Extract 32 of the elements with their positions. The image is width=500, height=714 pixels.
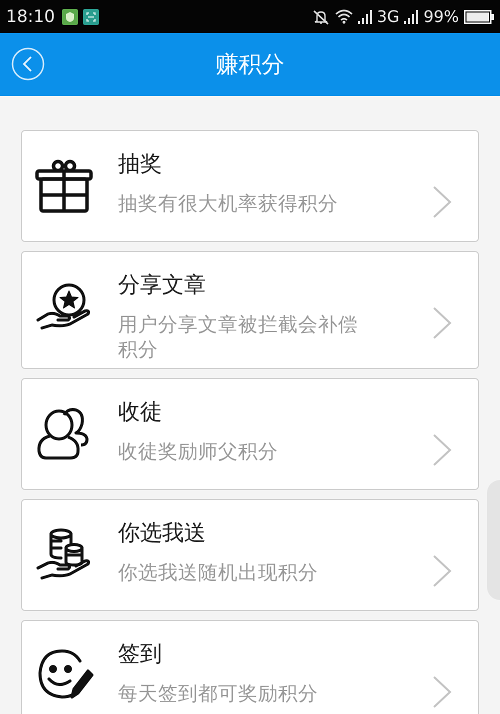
list-card[interactable]: 签到 每天签到都可奖励积分: [21, 620, 479, 714]
battery-icon: [464, 10, 494, 24]
list-card[interactable]: 你选我送 你选我送随机出现积分: [21, 499, 479, 611]
battery-percent: 99%: [423, 7, 459, 26]
scan-icon: [83, 8, 99, 24]
list-card[interactable]: 收徒 收徒奖励师父积分: [21, 378, 479, 490]
chevron-right-icon: [432, 185, 452, 219]
item-title: 你选我送: [118, 520, 207, 548]
list-card[interactable]: 分享文章 用户分享文章被拦截会补偿积分: [21, 251, 479, 369]
shield-icon: [62, 8, 78, 24]
mute-icon: [312, 8, 330, 24]
item-title: 分享文章: [118, 272, 207, 300]
item-description: 用户分享文章被拦截会补偿积分: [118, 312, 359, 362]
item-description: 每天签到都可奖励积分: [118, 681, 319, 706]
item-title: 收徒: [118, 399, 163, 427]
page-title: 赚积分: [216, 51, 284, 80]
chevron-right-icon: [432, 554, 452, 588]
item-description: 抽奖有很大机率获得积分: [118, 191, 339, 216]
signal-icon: [358, 10, 372, 24]
signal-icon: [404, 10, 418, 24]
item-title: 签到: [118, 641, 163, 669]
network-type: 3G: [376, 7, 400, 26]
wifi-icon: [334, 9, 353, 24]
item-description: 收徒奖励师父积分: [118, 439, 279, 464]
chevron-right-icon: [432, 306, 452, 340]
list-card[interactable]: 抽奖 抽奖有很大机率获得积分: [21, 130, 479, 242]
item-description: 你选我送随机出现积分: [118, 560, 319, 585]
back-button[interactable]: [11, 47, 45, 81]
item-title: 抽奖: [118, 151, 163, 179]
chevron-right-icon: [432, 433, 452, 467]
chevron-right-icon: [432, 675, 452, 709]
status-time: 18:10: [6, 6, 55, 26]
